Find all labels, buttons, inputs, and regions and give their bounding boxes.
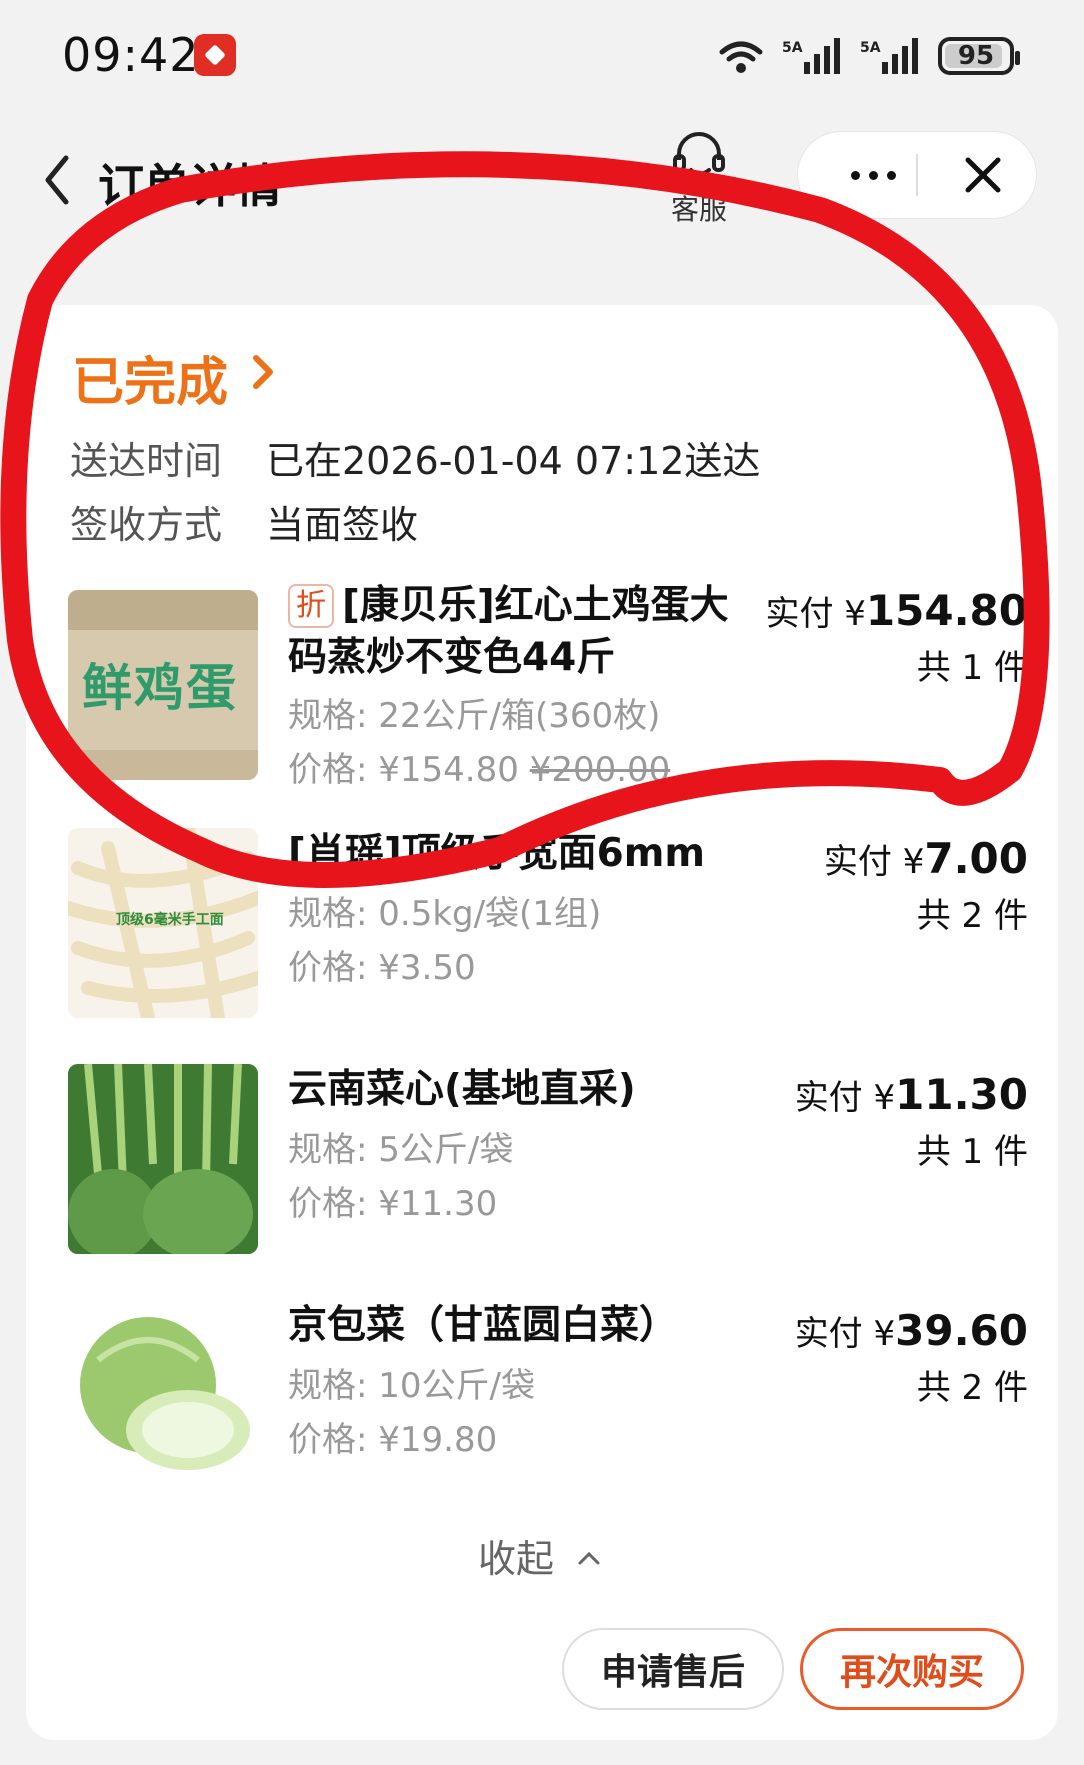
egg-box-print: 鲜鸡蛋 — [82, 658, 238, 717]
discount-tag: 折 — [288, 584, 334, 628]
order-item-choy-sum[interactable]: 云南菜心(基地直采) 规格: 5公斤/袋 价格: ¥11.30 实付 ¥11.3… — [68, 1064, 1028, 1264]
after-sale-button[interactable]: 申请售后 — [562, 1628, 784, 1710]
mini-program-capsule — [798, 132, 1036, 218]
quantity: 共 1 件 — [916, 648, 1028, 688]
original-price: ¥200.00 — [529, 750, 671, 790]
product-spec: 规格: 0.5kg/袋(1组) — [288, 894, 602, 934]
product-image-eggs: 鲜鸡蛋 — [68, 590, 258, 780]
order-status[interactable]: 已完成 — [72, 340, 228, 415]
paid-amount: 实付 ¥7.00 — [823, 834, 1028, 883]
signal-icon: 5A — [782, 38, 840, 74]
quantity: 共 2 件 — [916, 896, 1028, 936]
product-image-noodles: 顶级6毫米手工面 — [68, 828, 258, 1018]
service-label: 客服 — [670, 193, 727, 226]
sign-method-label: 签收方式 — [70, 503, 223, 547]
product-price: 价格: ¥11.30 — [288, 1184, 498, 1224]
capsule-divider — [916, 154, 918, 196]
noodle-pack-label: 顶级6毫米手工面 — [116, 911, 224, 928]
quantity: 共 2 件 — [916, 1368, 1028, 1408]
product-price: 价格: ¥19.80 — [288, 1420, 498, 1460]
paid-amount: 实付 ¥154.80 — [765, 586, 1028, 635]
close-icon[interactable] — [948, 132, 1018, 218]
product-name: 云南菜心(基地直采) — [288, 1067, 636, 1112]
system-icons: 5A 5A 95 — [716, 34, 1020, 78]
collapse-label: 收起 — [478, 1537, 555, 1581]
app-notification-icon — [194, 34, 236, 76]
customer-service-button[interactable]: 客服 — [662, 130, 736, 228]
product-spec: 规格: 5公斤/袋 — [288, 1130, 514, 1170]
delivery-time-value: 已在2026-01-04 07:12送达 — [266, 439, 761, 483]
clock: 09:42 — [62, 28, 200, 82]
paid-amount: 实付 ¥11.30 — [794, 1070, 1028, 1119]
product-name: 京包菜（甘蓝圆白菜） — [288, 1303, 679, 1348]
more-button[interactable] — [828, 132, 918, 218]
status-bar: 09:42 5A 5A 95 — [0, 0, 1084, 110]
chevron-right-icon[interactable] — [248, 352, 278, 392]
product-price: 价格: ¥154.80 ¥200.00 — [288, 750, 671, 790]
order-item-noodles[interactable]: 顶级6毫米手工面 [肖瑶]顶级手宽面6mm 规格: 0.5kg/袋(1组) 价格… — [68, 828, 1028, 1028]
product-image-cabbage — [68, 1300, 258, 1490]
chevron-up-icon — [578, 1551, 600, 1565]
product-name: 折 [康贝乐]红心土鸡蛋大码蒸炒不变色44斤 — [288, 583, 729, 680]
back-arrow-icon[interactable] — [38, 150, 78, 210]
battery-level: 95 — [957, 41, 995, 71]
headset-icon — [673, 132, 725, 176]
signal-icon-2: 5A — [860, 38, 918, 74]
svg-text:5A: 5A — [860, 40, 881, 56]
order-item-cabbage[interactable]: 京包菜（甘蓝圆白菜） 规格: 10公斤/袋 价格: ¥19.80 实付 ¥39.… — [68, 1300, 1028, 1500]
product-price: 价格: ¥3.50 — [288, 948, 476, 988]
page-title: 订单详情 — [98, 159, 282, 213]
collapse-button[interactable]: 收起 — [478, 1528, 602, 1583]
product-spec: 规格: 22公斤/箱(360枚) — [288, 696, 661, 736]
delivery-time-row: 送达时间 已在2026-01-04 07:12送达 — [70, 430, 760, 485]
product-image-choy-sum — [68, 1064, 258, 1254]
sign-method-value: 当面签收 — [266, 503, 419, 547]
order-item-eggs[interactable]: 鲜鸡蛋 折 [康贝乐]红心土鸡蛋大码蒸炒不变色44斤 规格: 22公斤/箱(360… — [68, 580, 1028, 790]
product-spec: 规格: 10公斤/袋 — [288, 1366, 535, 1406]
buy-again-button[interactable]: 再次购买 — [800, 1628, 1024, 1710]
svg-text:5A: 5A — [782, 40, 803, 56]
delivery-time-label: 送达时间 — [70, 439, 223, 483]
paid-amount: 实付 ¥39.60 — [794, 1306, 1028, 1355]
battery-icon: 95 — [938, 37, 1020, 75]
quantity: 共 1 件 — [916, 1132, 1028, 1172]
sign-method-row: 签收方式 当面签收 — [70, 494, 418, 549]
product-name: [肖瑶]顶级手宽面6mm — [288, 831, 706, 876]
wifi-icon — [719, 41, 763, 73]
